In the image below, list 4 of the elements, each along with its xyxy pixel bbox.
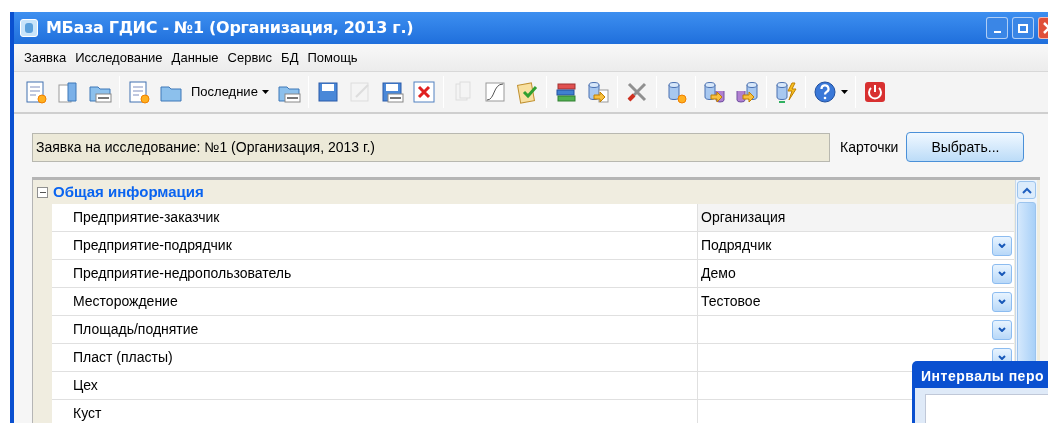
cards-label: Карточки (840, 137, 899, 157)
request-field: Заявка на исследование: №1 (Организация, 2013 г.) (32, 132, 830, 162)
property-value: Организация (698, 204, 1014, 231)
window-title: МБаза ГДИС - №1 (Организация, 2013 г.) (46, 17, 414, 39)
